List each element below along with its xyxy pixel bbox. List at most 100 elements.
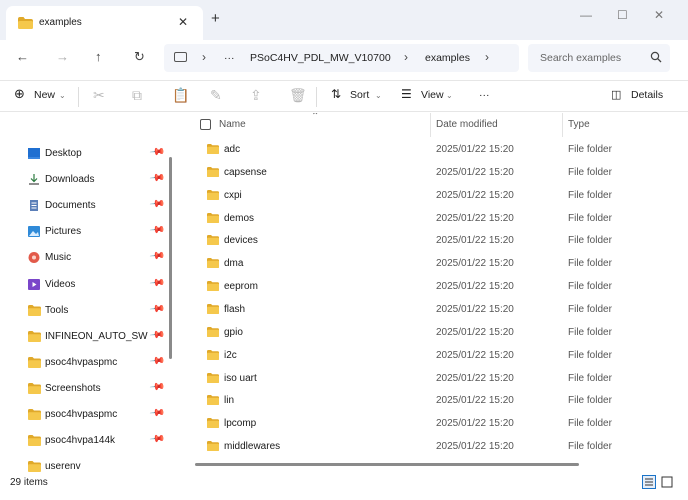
address-bar[interactable]: › ··· PSoC4HV_PDL_MW_V10700 › examples › <box>164 44 519 72</box>
share-icon[interactable]: ⇪ <box>250 87 262 104</box>
table-row[interactable]: i2c 2025/01/22 15:20 File folder <box>180 344 668 367</box>
column-name[interactable]: Name <box>219 119 246 130</box>
rename-icon[interactable]: ✎ <box>210 87 222 104</box>
sidebar-item-psoc4hvpaspmc[interactable]: psoc4hvpaspmc 📌 <box>0 351 168 375</box>
sidebar-item-pictures[interactable]: Pictures 📌 <box>0 220 168 244</box>
close-window-button[interactable]: ✕ <box>654 8 664 22</box>
back-arrow-icon[interactable]: ← <box>16 49 29 64</box>
chevron-right-icon[interactable]: › <box>404 50 408 64</box>
new-plus-icon[interactable]: ⊕ <box>14 86 25 102</box>
view-button[interactable]: View <box>421 89 444 101</box>
sidebar-item-tools[interactable]: Tools 📌 <box>0 299 168 323</box>
address-overflow[interactable]: ··· <box>224 52 235 64</box>
file-date-modified: 2025/01/22 15:20 <box>436 349 514 361</box>
details-pane-icon[interactable]: ◫ <box>611 88 621 101</box>
nav-scrollbar[interactable] <box>169 157 172 359</box>
breadcrumb-segment[interactable]: PSoC4HV_PDL_MW_V10700 <box>250 52 391 64</box>
sidebar-item-psoc4hvpaspmc[interactable]: psoc4hvpaspmc 📌 <box>0 403 168 427</box>
cut-icon[interactable]: ✂ <box>93 87 105 104</box>
pin-icon[interactable]: 📌 <box>149 431 166 447</box>
sidebar-item-infineon-auto-sw[interactable]: INFINEON_AUTO_SW 📌 <box>0 325 168 349</box>
table-row[interactable]: eeprom 2025/01/22 15:20 File folder <box>180 275 668 298</box>
table-row[interactable]: lin 2025/01/22 15:20 File folder <box>180 389 668 412</box>
more-options-button[interactable]: ··· <box>479 89 490 101</box>
sidebar-item-psoc4hvpa144k[interactable]: psoc4hvpa144k 📌 <box>0 429 168 453</box>
sidebar-item-documents[interactable]: Documents 📌 <box>0 194 168 218</box>
sidebar-item-videos[interactable]: Videos 📌 <box>0 273 168 297</box>
table-row[interactable]: adc 2025/01/22 15:20 File folder <box>180 138 668 161</box>
file-type: File folder <box>568 395 612 407</box>
paste-icon[interactable]: 📋 <box>172 87 189 104</box>
navigation-bar: ← → ↑ ↻ › ··· PSoC4HV_PDL_MW_V10700 › ex… <box>0 40 688 76</box>
sidebar-item-music[interactable]: Music 📌 <box>0 246 168 270</box>
file-name: flash <box>224 303 246 315</box>
new-tab-button[interactable]: + <box>211 10 220 27</box>
table-row[interactable]: gpio 2025/01/22 15:20 File folder <box>180 321 668 344</box>
copy-icon[interactable]: ⧉ <box>132 87 142 104</box>
delete-icon[interactable]: 🗑 <box>289 87 307 104</box>
folder-icon <box>18 17 33 29</box>
details-button[interactable]: Details <box>631 89 663 101</box>
pin-icon[interactable]: 📌 <box>149 249 166 265</box>
pin-icon[interactable]: 📌 <box>149 301 166 317</box>
file-date-modified: 2025/01/22 15:20 <box>436 372 514 384</box>
pin-icon[interactable]: 📌 <box>149 196 166 212</box>
close-tab-button[interactable]: ✕ <box>178 15 188 29</box>
table-row[interactable]: lpcomp 2025/01/22 15:20 File folder <box>180 412 668 435</box>
tab-examples[interactable]: examples ✕ <box>6 6 203 40</box>
maximize-button[interactable]: ☐ <box>617 8 628 22</box>
sidebar-item-label: Screenshots <box>45 382 101 394</box>
file-name: i2c <box>224 349 237 361</box>
column-date-modified[interactable]: Date modified <box>436 119 498 130</box>
table-row[interactable]: iso uart 2025/01/22 15:20 File folder <box>180 367 668 390</box>
table-row[interactable]: capsense 2025/01/22 15:20 File folder <box>180 161 668 184</box>
table-row[interactable]: flash 2025/01/22 15:20 File folder <box>180 298 668 321</box>
file-date-modified: 2025/01/22 15:20 <box>436 418 514 430</box>
pin-icon[interactable]: 📌 <box>149 379 166 395</box>
table-row[interactable]: devices 2025/01/22 15:20 File folder <box>180 229 668 252</box>
sort-button[interactable]: Sort <box>350 89 369 101</box>
file-name: cxpi <box>224 189 242 201</box>
breadcrumb-segment[interactable]: examples <box>425 52 470 64</box>
pin-icon[interactable]: 📌 <box>149 223 166 239</box>
details-view-icon[interactable] <box>642 475 656 489</box>
pin-icon[interactable]: 📌 <box>149 144 166 160</box>
pin-icon[interactable]: 📌 <box>149 327 166 343</box>
status-bar: 29 items <box>0 474 688 500</box>
minimize-button[interactable]: — <box>580 8 592 22</box>
file-type: File folder <box>568 258 612 270</box>
sidebar-item-screenshots[interactable]: Screenshots 📌 <box>0 377 168 401</box>
file-date-modified: 2025/01/22 15:20 <box>436 189 514 201</box>
file-name: middlewares <box>224 441 281 453</box>
table-row[interactable]: middlewares 2025/01/22 15:20 File folder <box>180 435 668 458</box>
table-row[interactable]: cxpi 2025/01/22 15:20 File folder <box>180 184 668 207</box>
sidebar-item-desktop[interactable]: Desktop 📌 <box>0 142 168 166</box>
table-row[interactable]: dma 2025/01/22 15:20 File folder <box>180 252 668 275</box>
pin-icon[interactable]: 📌 <box>149 405 166 421</box>
column-type[interactable]: Type <box>568 119 590 130</box>
sidebar-item-downloads[interactable]: Downloads 📌 <box>0 168 168 192</box>
up-arrow-icon[interactable]: ↑ <box>95 49 102 64</box>
select-all-checkbox[interactable] <box>200 119 211 130</box>
pin-icon[interactable]: 📌 <box>149 353 166 369</box>
chevron-right-icon[interactable]: › <box>485 50 489 64</box>
file-date-modified: 2025/01/22 15:20 <box>436 212 514 224</box>
new-button[interactable]: New <box>34 89 55 101</box>
pin-icon[interactable]: 📌 <box>149 170 166 186</box>
horizontal-scrollbar[interactable] <box>195 463 579 466</box>
sort-icon[interactable]: ⇅ <box>331 87 341 101</box>
sidebar-item-label: Videos <box>45 278 76 290</box>
pin-icon[interactable]: 📌 <box>149 275 166 291</box>
file-type: File folder <box>568 372 612 384</box>
tiles-view-icon[interactable] <box>660 475 674 489</box>
desktop-icon <box>28 148 40 159</box>
view-icon[interactable]: ☰ <box>401 87 412 101</box>
forward-arrow-icon[interactable]: → <box>56 49 69 64</box>
table-row[interactable]: demos 2025/01/22 15:20 File folder <box>180 207 668 230</box>
search-input[interactable]: Search examples <box>528 44 670 72</box>
folder-icon <box>207 258 219 271</box>
folder-icon <box>207 189 219 203</box>
refresh-icon[interactable]: ↻ <box>134 49 145 65</box>
chevron-right-icon[interactable]: › <box>202 50 206 64</box>
sidebar-item-userenv[interactable]: userenv <box>0 455 168 473</box>
